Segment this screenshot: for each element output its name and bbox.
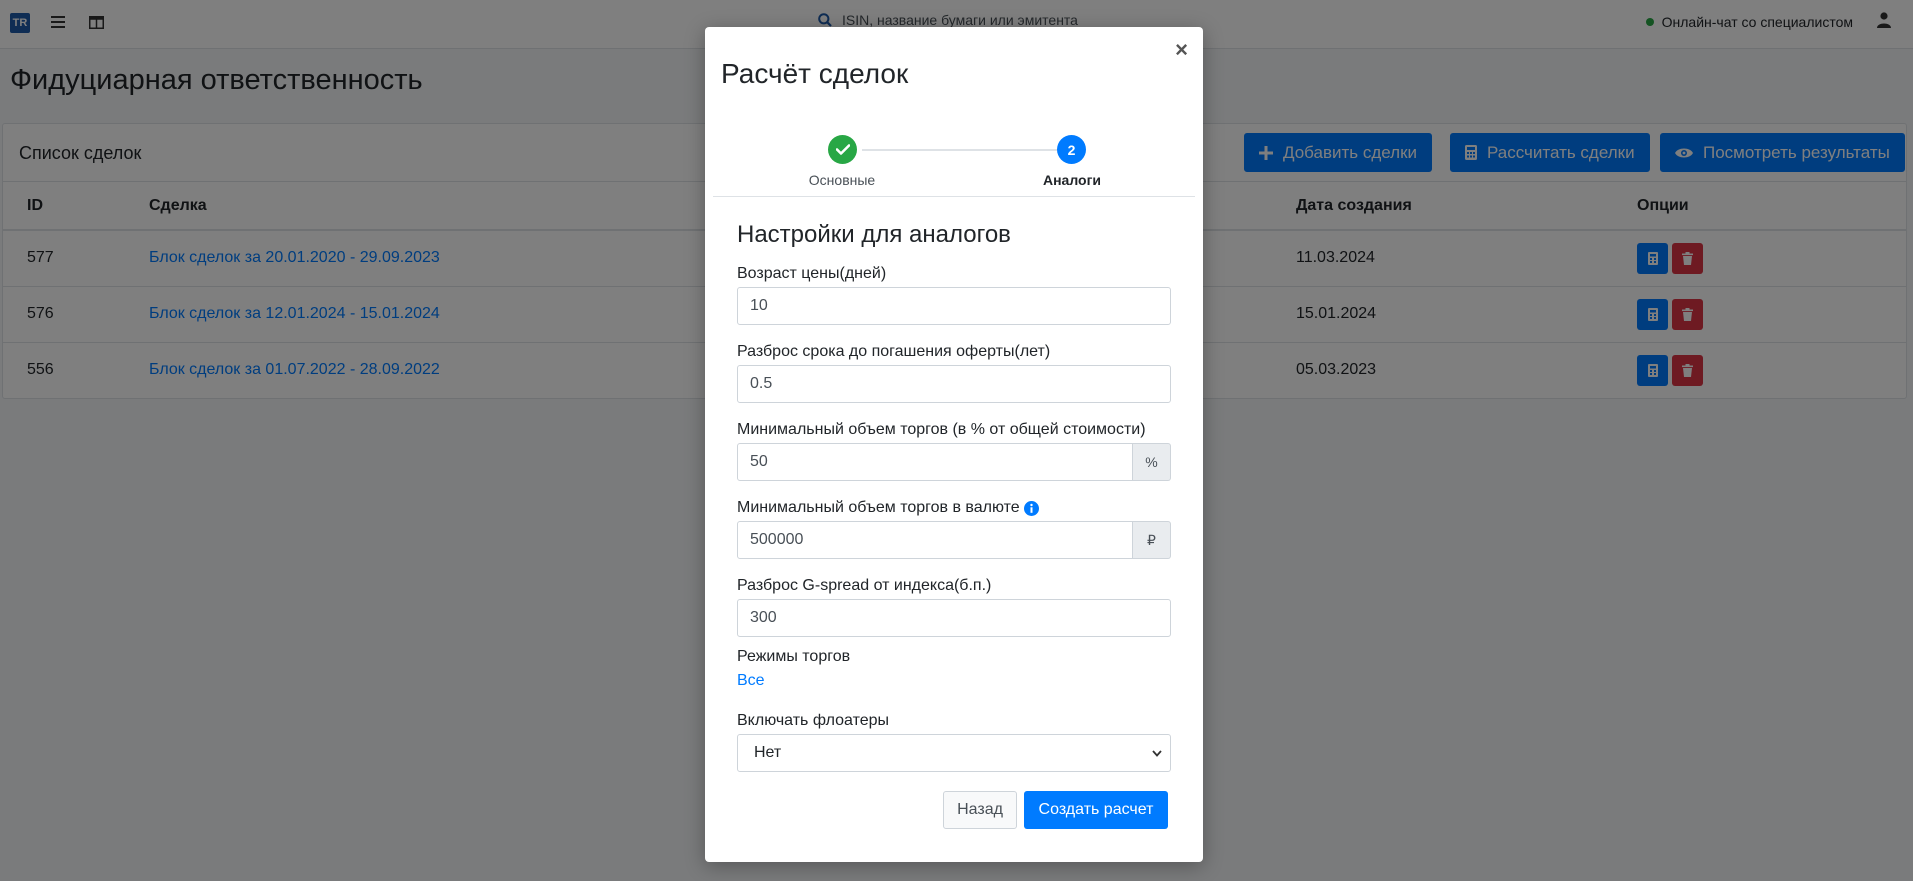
ruble-addon: ₽ <box>1133 521 1171 559</box>
price-age-label: Возраст цены(дней) <box>737 265 887 282</box>
min-volume-percent-input[interactable] <box>737 443 1133 481</box>
step-analogs-indicator[interactable]: 2 <box>1057 135 1086 164</box>
floaters-select[interactable]: Нет <box>737 734 1171 772</box>
back-button[interactable]: Назад <box>943 791 1017 829</box>
gspread-input[interactable] <box>737 599 1171 637</box>
step-basic-label: Основные <box>808 172 876 188</box>
gspread-label: Разброс G-spread от индекса(б.п.) <box>737 577 992 594</box>
modal-title: Расчёт сделок <box>721 58 909 89</box>
price-age-input[interactable] <box>737 287 1171 325</box>
min-volume-currency-group: ₽ <box>737 521 1171 559</box>
step-basic-indicator[interactable] <box>828 135 857 164</box>
min-volume-percent-group: % <box>737 443 1171 481</box>
trade-modes-label: Режимы торгов <box>737 648 851 665</box>
check-icon <box>835 144 850 155</box>
maturity-spread-label: Разброс срока до погашения оферты(лет) <box>737 343 1051 360</box>
create-calculation-button[interactable]: Создать расчет <box>1024 791 1168 829</box>
wizard-stepper: 2 Основные Аналоги <box>713 105 1195 197</box>
step-analogs-label: Аналоги <box>1042 172 1102 188</box>
floaters-label: Включать флоатеры <box>737 712 890 729</box>
floaters-selected-value: Нет <box>754 744 782 761</box>
close-icon[interactable]: × <box>1175 39 1188 61</box>
chevron-down-icon <box>1152 749 1162 757</box>
deal-calculation-modal: Расчёт сделок × 2 Основные Аналоги Настр… <box>705 27 1203 862</box>
min-volume-currency-label: Минимальный объем торгов в валюте <box>737 499 1020 516</box>
min-volume-currency-label-row: Минимальный объем торгов в валюте <box>737 499 1039 517</box>
min-volume-percent-label: Минимальный объем торгов (в % от общей с… <box>737 421 1146 438</box>
trade-modes-all-link[interactable]: Все <box>737 672 765 690</box>
info-icon[interactable] <box>1023 500 1039 516</box>
maturity-spread-input[interactable] <box>737 365 1171 403</box>
section-title: Настройки для аналогов <box>737 221 1011 248</box>
percent-addon: % <box>1133 443 1171 481</box>
stepper-connector <box>862 149 1057 151</box>
min-volume-currency-input[interactable] <box>737 521 1133 559</box>
